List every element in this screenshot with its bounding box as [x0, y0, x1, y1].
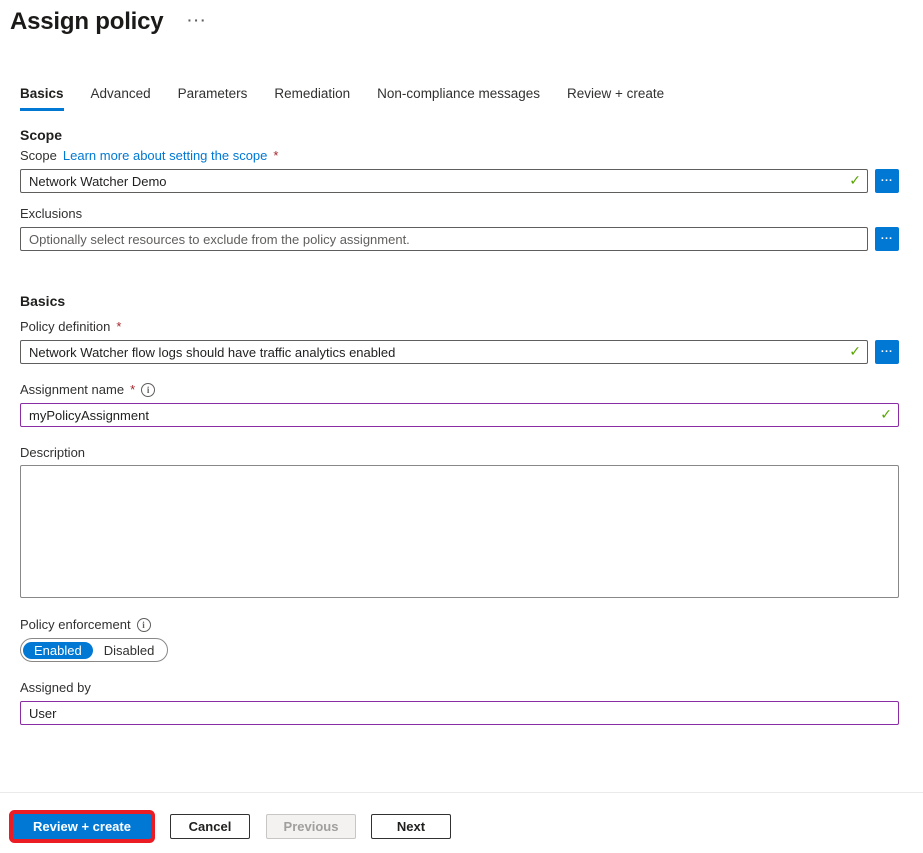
previous-button[interactable]: Previous	[266, 814, 356, 839]
tab-non-compliance-messages[interactable]: Non-compliance messages	[377, 86, 540, 111]
review-create-button[interactable]: Review + create	[13, 814, 151, 839]
info-icon	[141, 383, 155, 397]
policy-definition-browse-button[interactable]: ...	[875, 340, 899, 364]
footer-actions: Review + create Cancel Previous Next	[11, 814, 451, 839]
page-header: Assign policy ···	[0, 0, 923, 36]
exclusions-label: Exclusions	[20, 206, 899, 221]
enforcement-option-enabled[interactable]: Enabled	[23, 642, 93, 659]
tab-basics[interactable]: Basics	[20, 86, 64, 111]
scope-required-marker: *	[273, 148, 278, 163]
assignment-name-required-marker: *	[130, 382, 135, 397]
enforcement-option-disabled[interactable]: Disabled	[93, 642, 166, 659]
policy-definition-input[interactable]	[20, 340, 868, 364]
tab-parameters[interactable]: Parameters	[178, 86, 248, 111]
exclusions-input[interactable]	[20, 227, 868, 251]
scope-section-heading: Scope	[20, 127, 899, 143]
policy-enforcement-toggle[interactable]: Enabled Disabled	[20, 638, 168, 662]
description-textarea[interactable]	[20, 465, 899, 598]
assigned-by-label: Assigned by	[20, 680, 899, 695]
scope-input[interactable]	[20, 169, 868, 193]
page-title: Assign policy	[10, 8, 163, 36]
wizard-tabs: Basics Advanced Parameters Remediation N…	[20, 86, 923, 111]
policy-enforcement-label: Policy enforcement	[20, 617, 131, 632]
tab-advanced[interactable]: Advanced	[91, 86, 151, 111]
tab-remediation[interactable]: Remediation	[274, 86, 350, 111]
scope-label: Scope	[20, 148, 57, 163]
scope-learn-more-link[interactable]: Learn more about setting the scope	[63, 148, 268, 163]
assignment-name-input[interactable]	[20, 403, 899, 427]
assigned-by-input[interactable]	[20, 701, 899, 725]
tab-review-create[interactable]: Review + create	[567, 86, 664, 111]
assignment-name-label: Assignment name	[20, 382, 124, 397]
footer-divider	[0, 792, 923, 793]
basics-section-heading: Basics	[20, 293, 899, 309]
exclusions-browse-button[interactable]: ...	[875, 227, 899, 251]
description-label: Description	[20, 445, 899, 460]
info-icon	[137, 618, 151, 632]
cancel-button[interactable]: Cancel	[170, 814, 250, 839]
scope-browse-button[interactable]: ...	[875, 169, 899, 193]
policy-definition-label: Policy definition	[20, 319, 110, 334]
more-options-icon[interactable]: ···	[187, 12, 207, 28]
policy-definition-required-marker: *	[116, 319, 121, 334]
next-button[interactable]: Next	[371, 814, 451, 839]
